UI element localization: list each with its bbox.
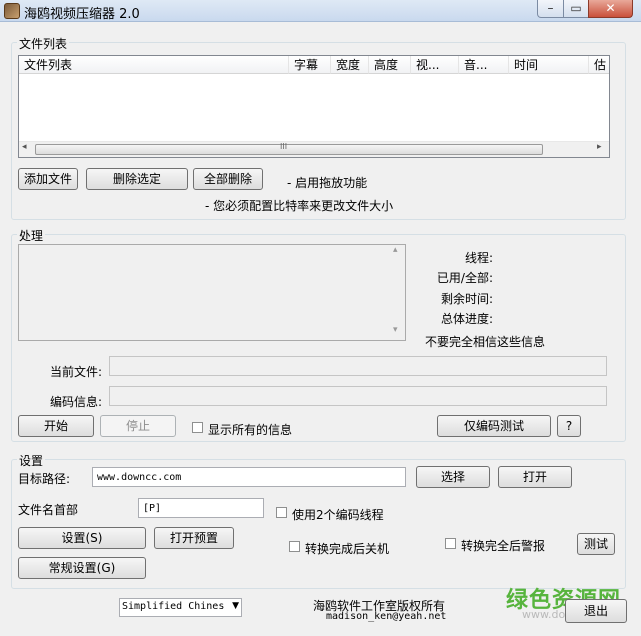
threads-label: 线程: [464, 251, 493, 265]
settings-group-label: 设置 [17, 452, 46, 469]
minimize-button[interactable]: – [537, 0, 564, 18]
select-path-button[interactable]: 选择 [416, 466, 490, 488]
encode-test-button[interactable]: 仅编码测试 [437, 415, 551, 437]
process-group-label: 处理 [17, 227, 46, 244]
file-list-group-label: 文件列表 [17, 35, 70, 52]
alarm-checkbox[interactable] [445, 538, 456, 549]
column-header-estimate[interactable]: 估 [589, 56, 609, 74]
window-title: 海鸥视频压缩器 2.0 [24, 7, 140, 22]
column-header-subtitle[interactable]: 字幕 [289, 56, 331, 74]
drag-drop-hint: - 启用拖放功能 [287, 176, 368, 190]
maximize-button[interactable]: ▭ [563, 0, 589, 18]
open-preset-button[interactable]: 打开预置 [154, 527, 234, 549]
stop-button[interactable]: 停止 [100, 415, 176, 437]
vertical-scrollbar[interactable]: ▴ ▾ [389, 245, 405, 340]
scroll-up-icon[interactable]: ▴ [393, 245, 398, 255]
current-file-label: 当前文件: [49, 365, 102, 379]
exit-button[interactable]: 退出 [565, 599, 627, 623]
target-path-text[interactable] [93, 468, 405, 486]
scroll-right-icon[interactable]: ▸ [597, 142, 602, 152]
column-header-video[interactable]: 视... [411, 56, 459, 74]
delete-all-button[interactable]: 全部删除 [193, 168, 263, 190]
remaining-time-label: 剩余时间: [440, 292, 493, 306]
help-button[interactable]: ? [557, 415, 581, 437]
shutdown-label: 转换完成后关机 [305, 542, 390, 556]
language-select[interactable]: Simplified Chines ▼ [119, 598, 242, 617]
horizontal-scrollbar[interactable]: ◂ III ▸ [19, 141, 609, 157]
encode-info-field [109, 386, 607, 406]
used-total-label: 已用/全部: [436, 271, 493, 285]
column-header-time[interactable]: 时间 [509, 56, 589, 74]
filename-prefix-label: 文件名首部 [18, 503, 79, 517]
shutdown-checkbox[interactable] [289, 541, 300, 552]
settings-button[interactable]: 设置(S) [18, 527, 146, 549]
dual-thread-label: 使用2个编码线程 [292, 508, 384, 522]
delete-selected-button[interactable]: 删除选定 [86, 168, 188, 190]
language-select-value: Simplified Chines [122, 601, 225, 612]
open-path-button[interactable]: 打开 [498, 466, 572, 488]
scroll-down-icon[interactable]: ▾ [393, 325, 398, 335]
add-file-button[interactable]: 添加文件 [18, 168, 78, 190]
overall-progress-label: 总体进度: [440, 312, 493, 326]
dual-thread-checkbox[interactable] [276, 507, 287, 518]
scrollbar-thumb[interactable]: III [35, 142, 543, 155]
target-path-input[interactable] [92, 467, 406, 487]
filename-prefix-text[interactable] [139, 499, 263, 517]
scroll-left-icon[interactable]: ◂ [22, 142, 27, 152]
show-all-info-checkbox[interactable] [192, 422, 203, 433]
close-button[interactable]: ✕ [588, 0, 633, 18]
file-list-view[interactable]: 文件列表 字幕 宽度 高度 视... 音... 时间 估 ◂ III ▸ [18, 55, 610, 158]
encode-info-label: 编码信息: [49, 395, 102, 409]
column-header-audio[interactable]: 音... [459, 56, 509, 74]
column-header-width[interactable]: 宽度 [331, 56, 369, 74]
bitrate-hint: - 您必须配置比特率来更改文件大小 [205, 199, 394, 213]
alarm-label: 转换完全后警报 [461, 539, 546, 553]
author-email: madison_ken@yeah.net [326, 611, 447, 622]
current-file-field [109, 356, 607, 376]
disclaimer-text: 不要完全相信这些信息 [425, 335, 546, 349]
general-settings-button[interactable]: 常规设置(G) [18, 557, 146, 579]
show-all-info-label: 显示所有的信息 [208, 423, 293, 437]
process-log-area[interactable]: ▴ ▾ [18, 244, 406, 341]
chevron-down-icon[interactable]: ▼ [232, 601, 239, 611]
column-header-height[interactable]: 高度 [369, 56, 411, 74]
filename-prefix-input[interactable] [138, 498, 264, 518]
scroll-grip-icon: III [280, 142, 288, 151]
target-path-label: 目标路径: [18, 472, 71, 486]
column-header-file[interactable]: 文件列表 [19, 56, 289, 74]
start-button[interactable]: 开始 [18, 415, 94, 437]
test-button[interactable]: 测试 [577, 533, 615, 555]
app-icon[interactable] [4, 3, 20, 19]
